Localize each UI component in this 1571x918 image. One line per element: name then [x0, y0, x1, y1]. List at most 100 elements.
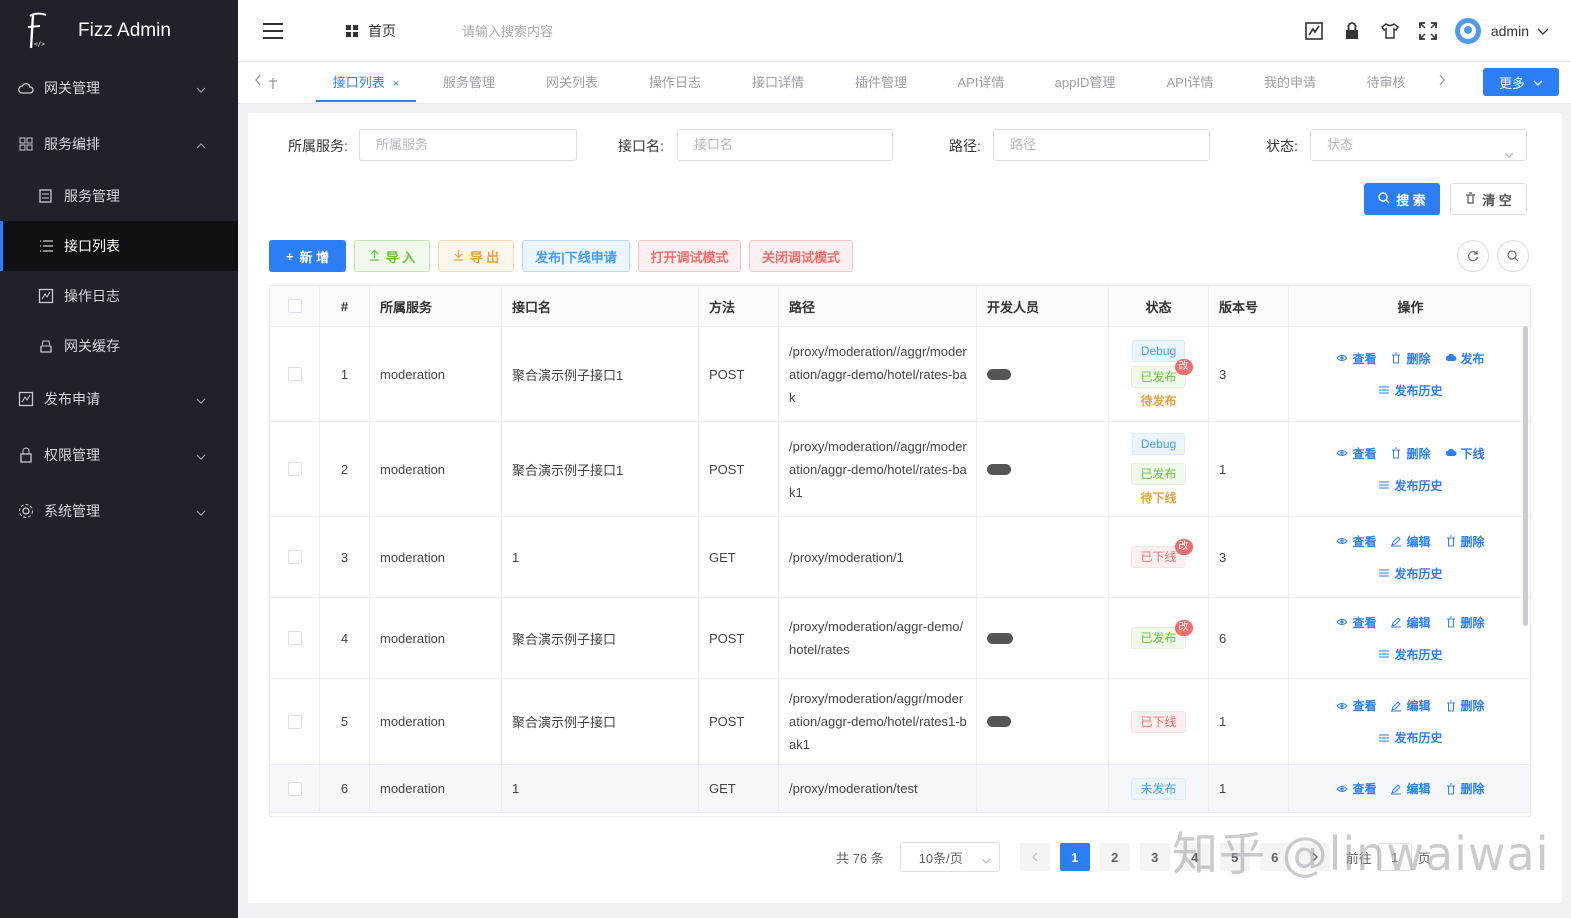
more-tabs-button[interactable]: 更多	[1483, 68, 1559, 96]
user-avatar[interactable]	[1454, 18, 1481, 44]
close-icon[interactable]: ×	[393, 78, 399, 90]
delete-action[interactable]: 删除	[1445, 780, 1485, 797]
tab-service-management[interactable]: 服务管理	[431, 62, 507, 102]
row-select-cell	[270, 679, 320, 764]
tab-api-detail-2[interactable]: API详情	[946, 62, 1016, 102]
view-action[interactable]: 查看	[1336, 614, 1376, 631]
menu-permission[interactable]: 权限管理	[0, 427, 238, 483]
log-icon[interactable]	[1303, 20, 1325, 42]
table-scrollbar[interactable]	[1523, 326, 1528, 626]
submenu-gateway-cache[interactable]: 网关缓存	[0, 321, 238, 371]
open-debug-button[interactable]: 打开调试模式	[638, 240, 741, 272]
submenu-label: 接口列表	[64, 238, 120, 254]
edit-action[interactable]: 编辑	[1390, 697, 1431, 714]
row-select-cell	[270, 422, 320, 516]
row-checkbox[interactable]	[287, 714, 302, 729]
row-checkbox[interactable]	[287, 550, 302, 564]
view-action[interactable]: 查看	[1336, 350, 1376, 367]
row-checkbox[interactable]	[287, 367, 302, 381]
row-checkbox[interactable]	[287, 631, 302, 645]
global-search-input[interactable]: 请输入搜索内容	[462, 21, 553, 40]
menu-publish-request[interactable]: 发布申请	[0, 371, 238, 427]
tab-api-detail-3[interactable]: API详情	[1155, 62, 1225, 102]
view-action[interactable]: 查看	[1336, 697, 1376, 714]
view-action[interactable]: 查看	[1336, 533, 1376, 550]
row-api-name: 聚合演示例子接口	[502, 598, 699, 678]
status-pending-offline: 待下线	[1140, 490, 1177, 505]
row-checkbox[interactable]	[287, 462, 302, 476]
home-link[interactable]: 首页	[368, 21, 396, 41]
chevron-left-icon[interactable]	[254, 74, 262, 89]
delete-action[interactable]: 删除	[1445, 697, 1485, 714]
export-button[interactable]: 导 出	[438, 240, 514, 272]
row-checkbox[interactable]	[287, 781, 302, 796]
view-action[interactable]: 查看	[1336, 780, 1376, 797]
search-button[interactable]: 搜 索	[1364, 183, 1440, 215]
eye-icon	[1336, 355, 1349, 361]
name-filter-input[interactable]: 接口名	[677, 129, 893, 161]
theme-shirt-icon[interactable]	[1379, 20, 1401, 42]
delete-action[interactable]: 删除	[1445, 614, 1485, 631]
tab-api-list[interactable]: 接口列表 ×	[316, 62, 416, 102]
menu-gateway[interactable]: 网关管理	[0, 60, 238, 116]
tab-pending-review[interactable]: 待审核	[1355, 62, 1417, 102]
upload-icon	[369, 249, 380, 264]
path-filter-input[interactable]: 路径	[993, 129, 1210, 161]
history-action[interactable]: 发布历史	[1378, 382, 1443, 399]
clear-label: 清 空	[1482, 192, 1512, 208]
submenu-api-list[interactable]: 接口列表	[0, 221, 238, 271]
menu-service-orchestration[interactable]: 服务编排	[0, 116, 238, 172]
edit-action[interactable]: 编辑	[1390, 533, 1431, 550]
sliders-icon	[1379, 569, 1390, 577]
history-action[interactable]: 发布历史	[1378, 565, 1443, 582]
pin-icon[interactable]	[268, 76, 278, 93]
history-action[interactable]: 发布历史	[1378, 477, 1443, 494]
menu-system[interactable]: 系统管理	[0, 483, 238, 539]
username[interactable]: admin	[1491, 23, 1529, 39]
service-filter-input[interactable]: 所属服务	[359, 129, 577, 161]
delete-action[interactable]: 删除	[1390, 350, 1431, 367]
tab-gateway-list[interactable]: 网关列表	[534, 62, 610, 102]
page-1[interactable]: 1	[1059, 843, 1090, 871]
delete-action[interactable]: 删除	[1390, 445, 1431, 462]
select-all-checkbox[interactable]	[287, 299, 302, 313]
status-debug-tag: Debug	[1131, 432, 1186, 455]
add-button[interactable]: + 新 增	[269, 240, 346, 272]
status-filter-select[interactable]: 状态	[1310, 129, 1527, 161]
submenu-service-management[interactable]: 服务管理	[0, 171, 238, 221]
chevron-down-icon[interactable]	[1537, 24, 1549, 39]
view-action[interactable]: 查看	[1336, 445, 1376, 462]
tab-plugin-management[interactable]: 插件管理	[843, 62, 919, 102]
close-debug-button[interactable]: 关闭调试模式	[749, 240, 853, 272]
hamburger-menu-icon[interactable]	[262, 22, 284, 40]
clear-button[interactable]: 清 空	[1450, 183, 1527, 215]
tab-operation-log[interactable]: 操作日志	[637, 62, 713, 102]
header-developer: 开发人员	[977, 286, 1109, 326]
tab-api-detail[interactable]: 接口详情	[740, 62, 816, 102]
submenu-label: 操作日志	[64, 288, 120, 304]
history-action[interactable]: 发布历史	[1378, 729, 1443, 746]
row-api-name: 聚合演示例子接口1	[502, 327, 699, 421]
add-label: 新 增	[299, 249, 330, 265]
fullscreen-icon[interactable]	[1417, 20, 1439, 42]
lock-icon[interactable]	[1341, 20, 1363, 42]
publish-action[interactable]: 发布	[1445, 350, 1485, 367]
search-toggle-icon[interactable]	[1497, 240, 1529, 272]
import-button[interactable]: 导 入	[354, 240, 430, 272]
page-2[interactable]: 2	[1099, 843, 1130, 871]
page-3[interactable]: 3	[1139, 843, 1170, 871]
tab-appid-management[interactable]: appID管理	[1042, 62, 1128, 102]
edit-action[interactable]: 编辑	[1390, 780, 1431, 797]
tab-my-requests[interactable]: 我的申请	[1252, 62, 1328, 102]
publish-offline-request-button[interactable]: 发布|下线申请	[522, 240, 630, 272]
submenu-operation-log[interactable]: 操作日志	[0, 271, 238, 321]
page-size-select[interactable]: 10条/页	[899, 842, 1000, 872]
edit-action[interactable]: 编辑	[1390, 614, 1431, 631]
offline-action[interactable]: 下线	[1445, 445, 1485, 462]
chevron-right-icon[interactable]	[1438, 74, 1446, 89]
prev-page-button[interactable]	[1019, 843, 1050, 871]
history-action[interactable]: 发布历史	[1378, 646, 1443, 663]
delete-action[interactable]: 删除	[1445, 533, 1485, 550]
header-api-name: 接口名	[502, 286, 699, 326]
refresh-icon[interactable]	[1457, 240, 1489, 272]
